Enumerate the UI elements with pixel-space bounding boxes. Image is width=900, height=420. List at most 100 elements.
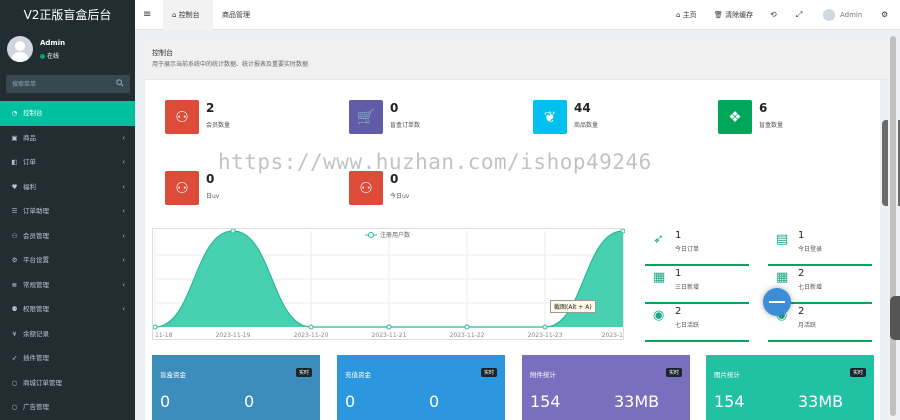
admin-avatar: [823, 9, 835, 21]
chevron-left-icon: ‹: [122, 280, 125, 289]
chevron-left-icon: ‹: [122, 231, 125, 240]
card-value-secondary: 33MB: [798, 392, 844, 411]
rocket-icon: ➶: [11, 354, 18, 362]
topbar: ≡ ⌂ 控制台 商品管理 ⌂ 主页 🗑 清除缓存 ⟲ ⤢ Admin ⚙: [135, 0, 900, 30]
list-icon: ☰: [11, 207, 18, 215]
avatar[interactable]: [7, 36, 33, 62]
sidebar-item-2[interactable]: ◧ 订单 ‹: [0, 150, 135, 175]
clear-cache-button[interactable]: 🗑 清除缓存: [714, 0, 753, 30]
home-link[interactable]: ⌂ 主页: [676, 0, 697, 30]
floating-ball[interactable]: [763, 288, 791, 316]
chevron-left-icon: ‹: [122, 158, 125, 166]
tab-dashboard[interactable]: ⌂ 控制台: [163, 0, 213, 30]
card-value-primary: 154: [530, 392, 561, 411]
stat-label: 商品数量: [574, 122, 599, 129]
sidebar-item-6[interactable]: ⚙ 平台设置 ‹: [0, 248, 135, 273]
stat-card: 附件统计 实时 154 33MB: [522, 355, 690, 420]
scrollbar[interactable]: [888, 36, 898, 420]
sidebar-item-4[interactable]: ☰ 订单助理 ‹: [0, 199, 135, 224]
data-point[interactable]: [386, 324, 392, 330]
sidebar-item-label: 控制台: [23, 109, 43, 117]
sidebar-item-3[interactable]: ♥ 福利 ‹: [0, 175, 135, 200]
side-handle[interactable]: [890, 296, 900, 340]
fullscreen-icon[interactable]: ⤢: [796, 0, 802, 30]
sidebar-item-label: 订单助理: [23, 207, 49, 215]
realtime-badge: 实时: [480, 368, 497, 377]
sidebar-item-1[interactable]: ▣ 商品 ‹: [0, 126, 135, 151]
calendar-icon: ▦: [653, 270, 666, 285]
mini-stat-label: 今日订单: [675, 246, 700, 253]
sidebar-item-12[interactable]: ○ 广告管理: [0, 395, 135, 420]
mini-stat-value: 2: [675, 306, 682, 317]
stat-value: 0: [390, 172, 399, 186]
data-point[interactable]: [464, 324, 470, 330]
mini-stat: ▦ 1 三日新增: [645, 266, 749, 304]
settings-gear-icon[interactable]: ⚙: [881, 0, 888, 30]
user-name: Admin: [40, 39, 66, 47]
chart-legend[interactable]: 注册用户数: [365, 231, 410, 239]
mini-stat-value: 1: [798, 230, 805, 241]
heart-icon: ♥: [11, 182, 18, 191]
stat-label: 日uv: [206, 193, 220, 200]
sidebar-item-label: 会员管理: [23, 231, 49, 240]
card-title: 充值资金: [345, 371, 371, 379]
card-value-secondary: 0: [244, 392, 255, 411]
card-title: 附件统计: [530, 371, 556, 379]
sidebar-search-input[interactable]: [6, 75, 106, 93]
mini-stat-value: 1: [675, 230, 682, 241]
admin-menu[interactable]: Admin: [823, 0, 878, 30]
sidebar-item-10[interactable]: ➶ 插件管理: [0, 346, 135, 371]
yen-icon: ¥: [12, 329, 17, 338]
users-icon: ⚇: [11, 231, 18, 240]
sidebar-item-9[interactable]: ¥ 余额记录: [0, 322, 135, 347]
data-point[interactable]: [152, 324, 158, 330]
menu-toggle-icon[interactable]: ≡: [143, 0, 151, 30]
mini-stat-label: 七日活跃: [675, 322, 700, 329]
chevron-left-icon: ‹: [122, 256, 125, 264]
tab-products[interactable]: 商品管理: [222, 0, 250, 30]
sidebar-item-8[interactable]: ⚉ 权限管理 ‹: [0, 297, 135, 322]
brand-title[interactable]: V2正版盲盒后台: [0, 0, 135, 30]
stat-label: 今日uv: [390, 193, 410, 200]
sidebar-item-label: 常规管理: [23, 280, 49, 289]
sidebar-item-label: 插件管理: [23, 354, 49, 362]
page-subtitle: 用于展示当前系统中的统计数据、统计报表及重要实时数据: [152, 61, 309, 68]
stat-value: 44: [574, 101, 591, 115]
mini-stat-label: 今日登录: [798, 246, 823, 253]
scrollbar-thumb[interactable]: [890, 36, 896, 416]
home-icon: ⌂: [676, 11, 681, 19]
calendar-plus-icon: ▦: [776, 270, 789, 285]
users-icon: ⚇: [165, 100, 199, 134]
card-value-secondary: 33MB: [614, 392, 660, 411]
home-label: 主页: [682, 11, 697, 19]
page-title: 控制台: [152, 49, 173, 57]
card-value-secondary: 0: [429, 392, 440, 411]
sidebar-item-0[interactable]: ◔ 控制台: [0, 101, 135, 126]
mini-stat-value: 2: [798, 268, 805, 279]
watermark: https://www.huzhan.com/ishop49246: [218, 150, 652, 174]
card-value-primary: 154: [714, 392, 745, 411]
mini-stat-label: 七日新增: [798, 284, 823, 291]
sidebar-item-label: 福利: [23, 182, 36, 191]
legend-label: 注册用户数: [380, 231, 410, 239]
sidebar-item-5[interactable]: ⚇ 会员管理 ‹: [0, 224, 135, 249]
data-point[interactable]: [308, 324, 314, 330]
sidebar: V2正版盲盒后台 Admin 在线 ◔ 控制台 ▣ 商品 ‹ ◧ 订单 ‹ ♥ 福利 ‹ ☰ 订单助理 ‹…: [0, 0, 135, 420]
mini-stat-value: 1: [675, 268, 682, 279]
mini-stat-value: 2: [798, 306, 805, 317]
chevron-left-icon: ‹: [122, 305, 125, 313]
data-point[interactable]: [542, 324, 548, 330]
dashboard-icon: ⌂: [172, 11, 177, 19]
sidebar-item-11[interactable]: ○ 商城订单管理: [0, 371, 135, 396]
data-point[interactable]: [620, 228, 626, 234]
refresh-icon[interactable]: ⟲: [770, 0, 777, 30]
data-point[interactable]: [230, 228, 236, 234]
search-icon[interactable]: [116, 79, 124, 87]
stat-label: 盲盒数量: [759, 122, 784, 129]
mini-stat-label: 月活跃: [798, 322, 817, 329]
sidebar-item-7[interactable]: ≣ 常规管理 ‹: [0, 273, 135, 298]
stat-value: 0: [206, 172, 215, 186]
online-dot-icon: [40, 54, 45, 59]
mini-stat: ◉ 2 七日活跃: [645, 304, 749, 342]
panel-header: 控制台 用于展示当前系统中的统计数据、统计报表及重要实时数据: [145, 39, 890, 80]
